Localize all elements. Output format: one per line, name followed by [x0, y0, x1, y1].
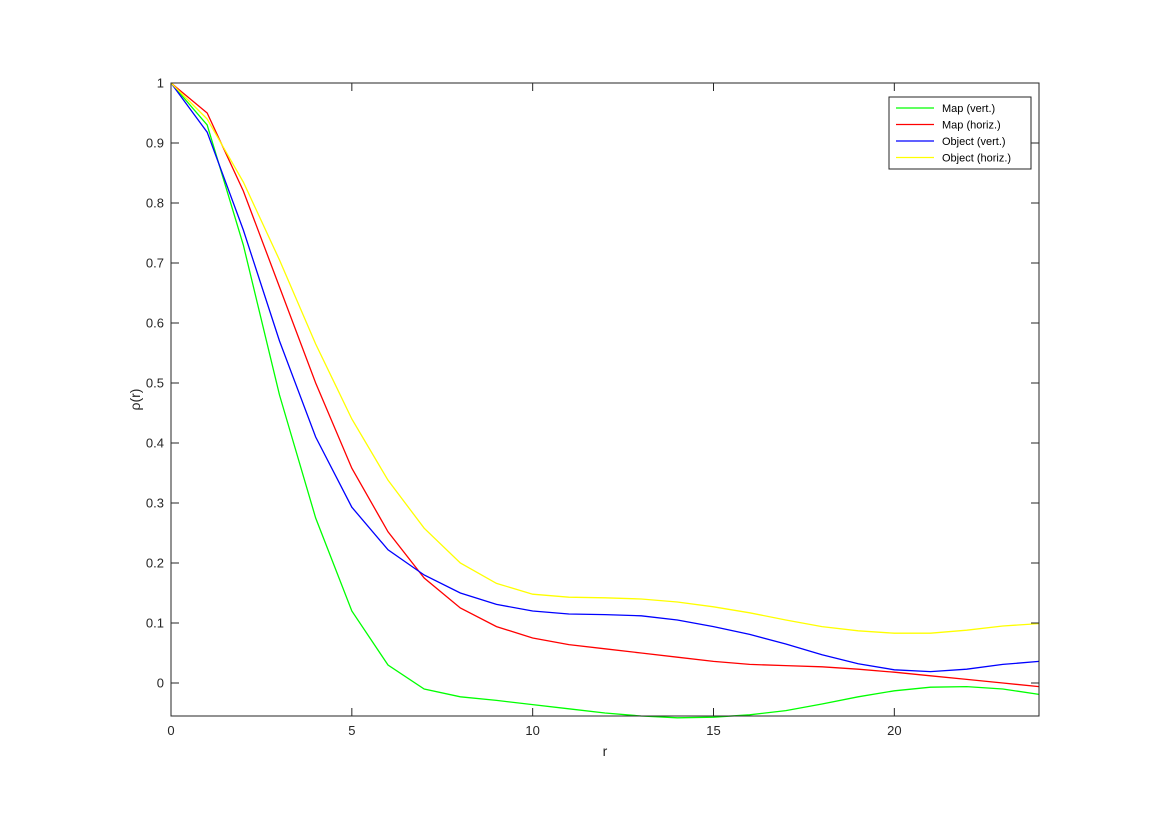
y-tick-label: 0.6	[146, 316, 164, 331]
x-tick-label: 5	[348, 723, 355, 738]
x-tick-label: 20	[887, 723, 901, 738]
y-tick-label: 0.9	[146, 136, 164, 151]
legend: Map (vert.) Map (horiz.) Object (vert.) Obj…	[888, 96, 1032, 170]
x-tick-label: 0	[167, 723, 174, 738]
legend-label-0: Map (vert.)	[942, 103, 995, 115]
legend-label-3: Object (horiz.)	[942, 153, 1011, 165]
y-tick-label: 0.4	[146, 436, 164, 451]
y-tick-label: 0.5	[146, 376, 164, 391]
y-tick-label: 0.8	[146, 196, 164, 211]
x-axis-label: r	[603, 743, 608, 759]
legend-label-2: Object (vert.)	[942, 136, 1006, 148]
line-chart: 0 5 10 15 2000.10.20.30.40.50.60.70.80.91 r …	[0, 0, 1170, 827]
x-tick-label: 15	[706, 723, 720, 738]
y-tick-label: 0.1	[146, 616, 164, 631]
y-tick-label: 0.2	[146, 556, 164, 571]
y-axis-label: ρ(r)	[127, 389, 143, 411]
y-tick-label: 0.3	[146, 496, 164, 511]
legend-label-1: Map (horiz.)	[942, 120, 1001, 132]
y-tick-label: 0	[157, 676, 164, 691]
y-tick-label: 1	[157, 76, 164, 91]
y-tick-label: 0.7	[146, 256, 164, 271]
x-tick-label: 10	[525, 723, 539, 738]
